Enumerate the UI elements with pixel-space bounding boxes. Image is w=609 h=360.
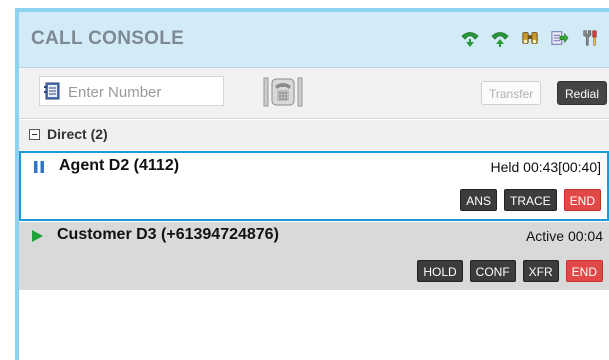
tools-icon[interactable] (581, 28, 599, 48)
address-book-icon[interactable] (44, 82, 62, 100)
redial-button[interactable]: Redial (557, 81, 608, 105)
console-header: CALL CONSOLE (19, 12, 609, 68)
call-row[interactable]: Customer D3 (+61394724876) Active 00:04 … (19, 222, 609, 290)
group-label: Direct (2) (47, 126, 108, 142)
play-icon (32, 230, 43, 242)
answer-button[interactable]: ANS (460, 189, 497, 211)
call-actions: HOLD CONF XFR END (417, 260, 603, 282)
conference-button[interactable]: CONF (469, 260, 516, 282)
call-row[interactable]: Agent D2 (4112) Held 00:43[00:40] ANS TR… (19, 151, 609, 221)
dial-phone-button[interactable] (263, 76, 303, 108)
transfer-call-button[interactable]: XFR (522, 260, 559, 282)
call-status: Held 00:43[00:40] (490, 159, 601, 175)
export-icon[interactable] (551, 28, 569, 48)
number-input[interactable] (66, 81, 220, 103)
header-icon-group (461, 28, 599, 48)
number-field[interactable] (39, 76, 224, 106)
end-call-button[interactable]: END (563, 189, 601, 211)
call-group-header[interactable]: Direct (2) (19, 120, 609, 150)
hold-button[interactable]: HOLD (417, 260, 463, 282)
transfer-button[interactable]: Transfer (481, 81, 542, 105)
dial-toolbar: Transfer Redial (19, 68, 609, 119)
console-title: CALL CONSOLE (31, 28, 185, 49)
call-status: Active 00:04 (525, 228, 603, 244)
binoculars-icon[interactable] (521, 28, 539, 48)
pause-icon (34, 161, 44, 173)
call-actions: ANS TRACE END (460, 189, 601, 211)
call-console-panel: CALL CONSOLE Enter Number Transfer Redia… (15, 8, 609, 360)
phone-down-icon[interactable] (491, 28, 509, 48)
call-party-name: Customer D3 (+61394724876) (57, 226, 279, 243)
call-party-name: Agent D2 (4112) (59, 157, 180, 174)
phone-up-icon[interactable] (461, 28, 479, 48)
collapse-toggle-icon[interactable] (29, 129, 40, 140)
end-call-button[interactable]: END (565, 260, 603, 282)
trace-button[interactable]: TRACE (503, 189, 557, 211)
